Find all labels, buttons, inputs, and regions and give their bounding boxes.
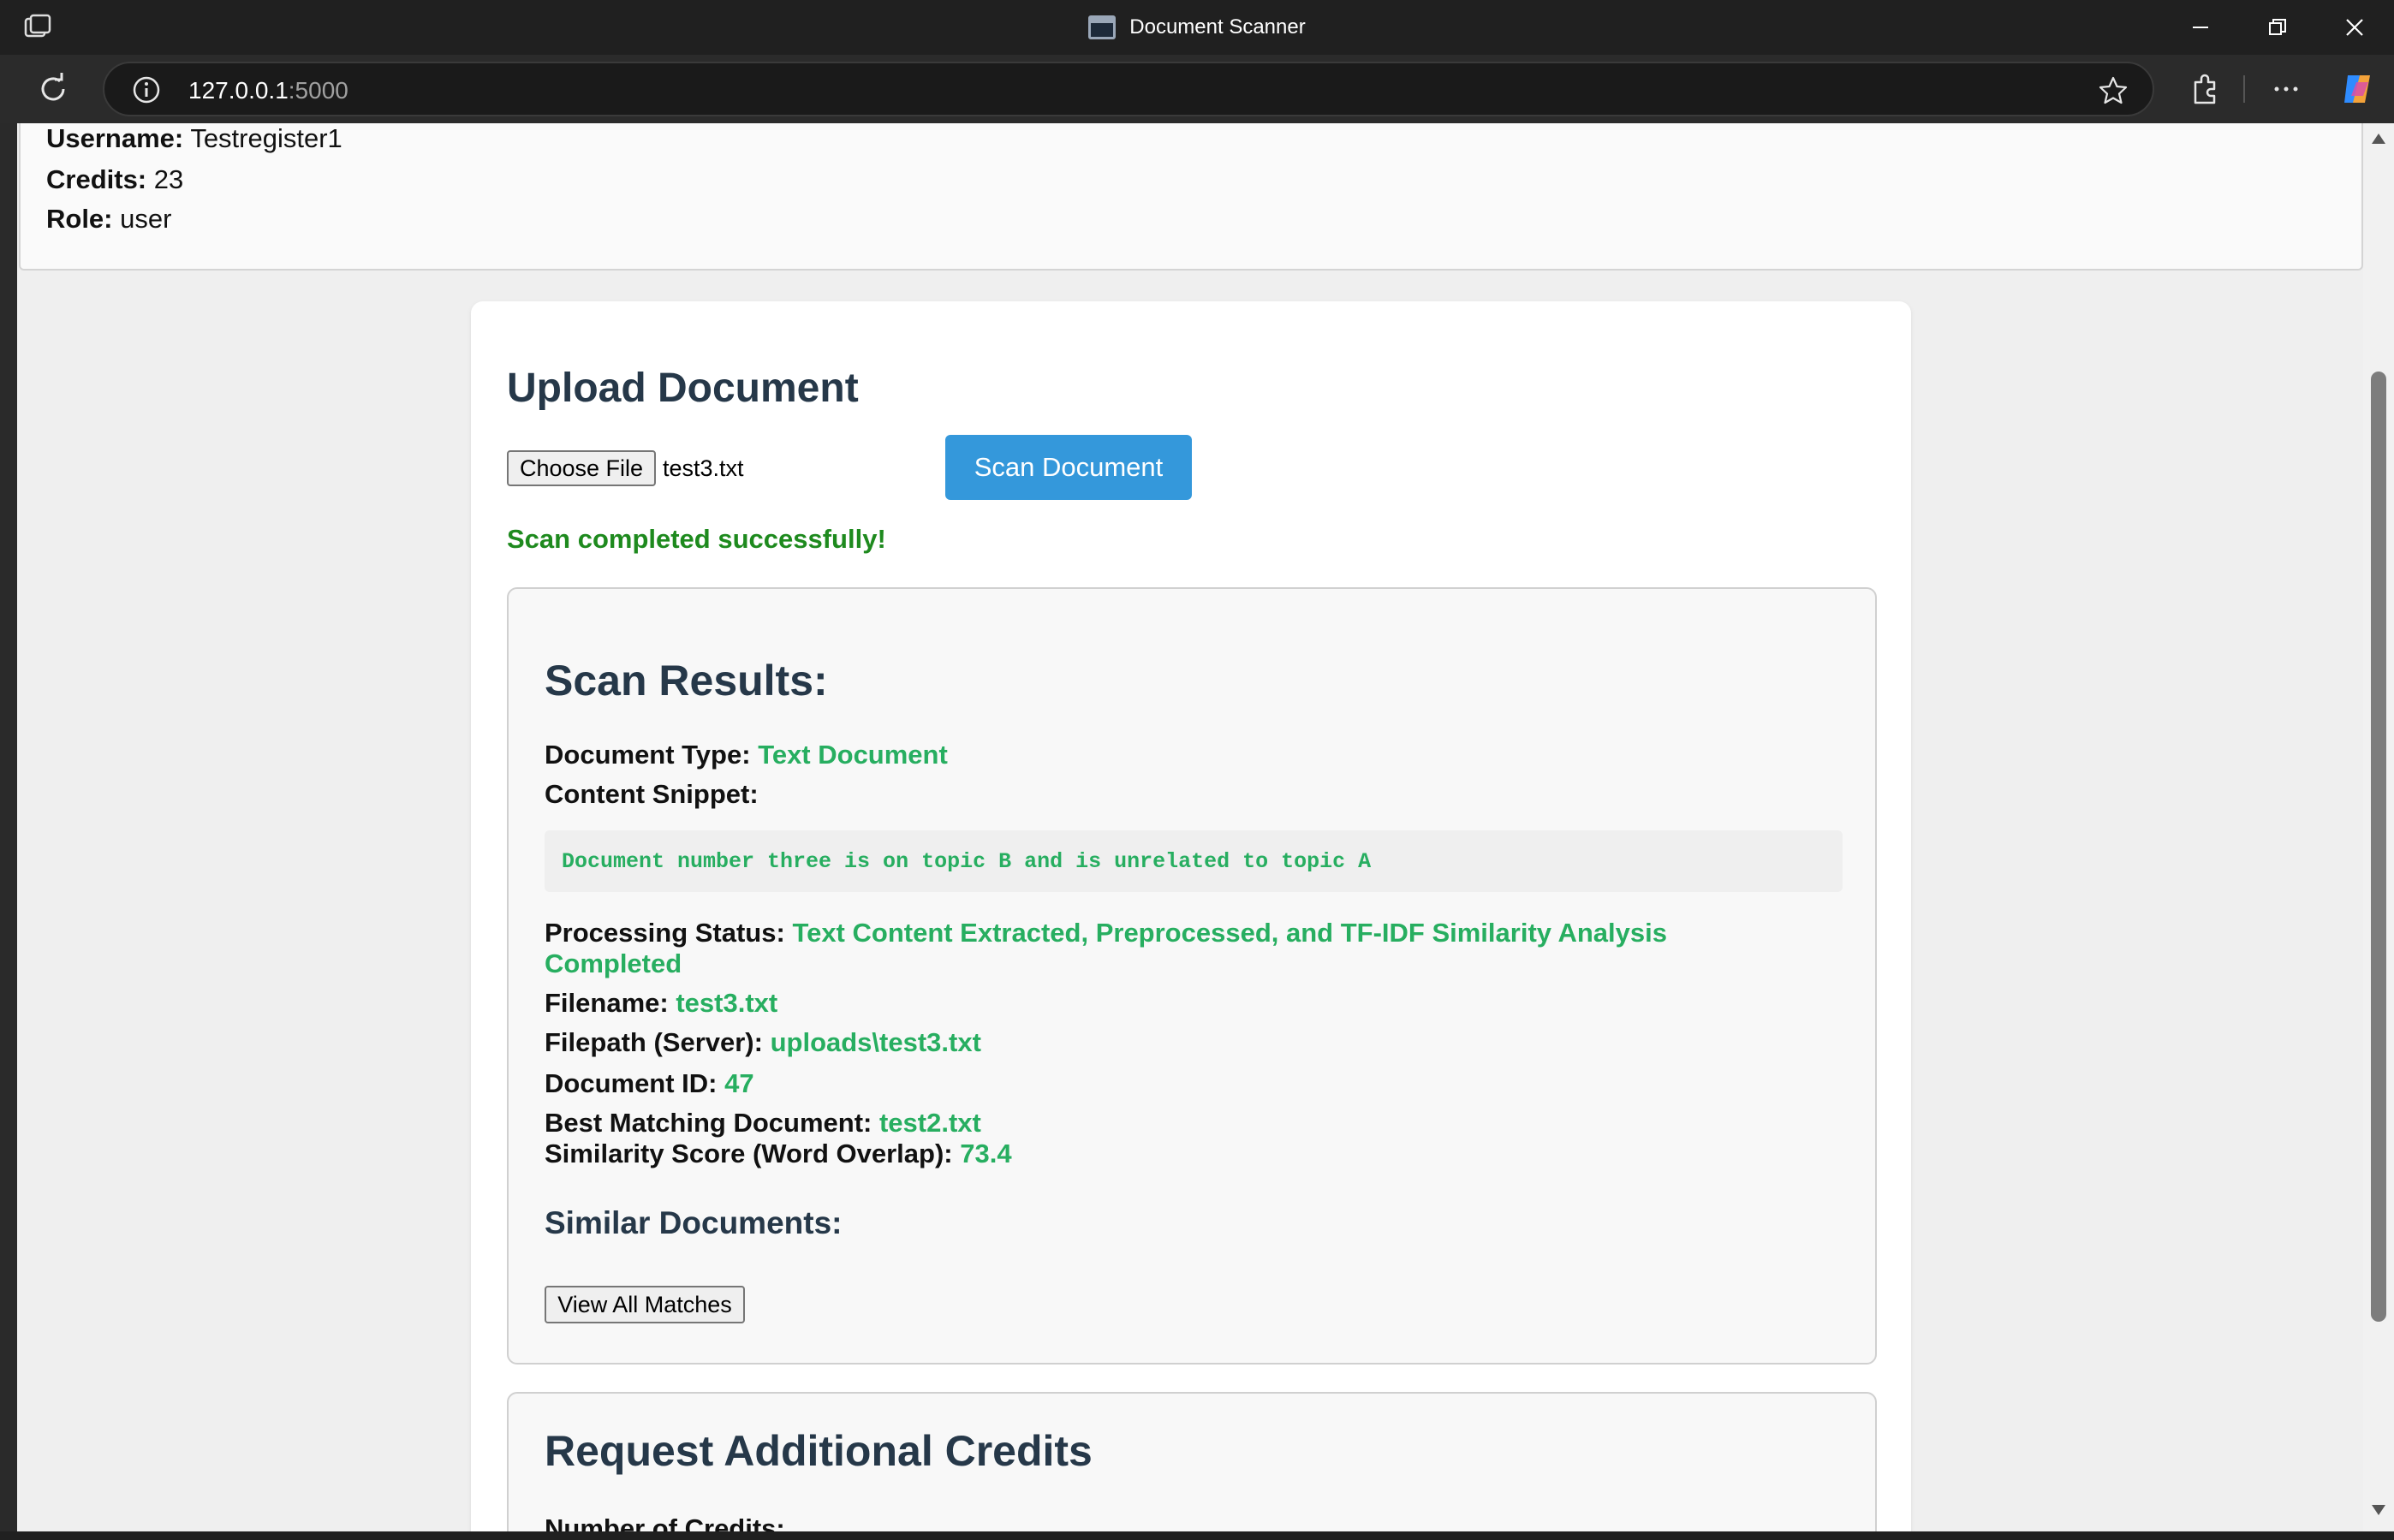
scan-document-button[interactable]: Scan Document bbox=[945, 435, 1192, 500]
document-id-value: 47 bbox=[724, 1068, 754, 1098]
terminal-app-icon bbox=[1088, 15, 1117, 39]
username-label: Username: bbox=[46, 123, 184, 153]
view-all-matches-button[interactable]: View All Matches bbox=[545, 1286, 745, 1323]
document-type-label: Document Type: bbox=[545, 740, 751, 770]
username-row: Username: Testregister1 bbox=[46, 123, 342, 154]
processing-status-value-line2: Completed bbox=[545, 948, 682, 978]
filepath-row: Filepath (Server): uploads\test3.txt bbox=[545, 1027, 981, 1058]
window-titlebar: Document Scanner bbox=[0, 0, 2394, 55]
address-bar[interactable]: 127.0.0.1:5000 bbox=[103, 62, 2154, 116]
close-button[interactable] bbox=[2314, 0, 2394, 55]
selected-file-name: test3.txt bbox=[663, 455, 744, 481]
role-row: Role: user bbox=[46, 204, 171, 235]
url-host: 127.0.0.1 bbox=[188, 77, 289, 104]
document-type-row: Document Type: Text Document bbox=[545, 740, 948, 770]
scroll-up-icon[interactable] bbox=[2372, 134, 2385, 144]
request-credits-heading: Request Additional Credits bbox=[545, 1427, 1093, 1475]
window-title: Document Scanner bbox=[1129, 15, 1306, 39]
restore-button[interactable] bbox=[2236, 0, 2319, 55]
minimize-button[interactable] bbox=[2159, 0, 2242, 55]
document-id-row: Document ID: 47 bbox=[545, 1068, 754, 1099]
best-match-row: Best Matching Document: test2.txt bbox=[545, 1108, 981, 1139]
processing-status-continued: Completed bbox=[545, 948, 682, 979]
minimize-icon bbox=[2193, 27, 2208, 28]
browser-toolbar: 127.0.0.1:5000 bbox=[0, 55, 2394, 123]
more-options-icon[interactable] bbox=[2269, 74, 2303, 104]
username-value: Testregister1 bbox=[190, 123, 342, 153]
scan-results-panel: Scan Results: Document Type: Text Docume… bbox=[507, 587, 1877, 1365]
similarity-score-value: 73.4 bbox=[960, 1139, 1012, 1168]
page-viewport: Username: Testregister1 Credits: 23 Role… bbox=[0, 123, 2394, 1531]
toolbar-divider bbox=[2243, 75, 2245, 103]
role-label: Role: bbox=[46, 204, 113, 234]
processing-status-row: Processing Status: Text Content Extracte… bbox=[545, 918, 1667, 948]
processing-status-value: Text Content Extracted, Preprocessed, an… bbox=[792, 918, 1667, 948]
similar-documents-heading: Similar Documents: bbox=[545, 1205, 843, 1240]
best-match-value: test2.txt bbox=[878, 1108, 981, 1138]
reload-icon[interactable] bbox=[36, 72, 70, 106]
user-info-panel: Username: Testregister1 Credits: 23 Role… bbox=[19, 123, 2363, 271]
favorite-star-icon[interactable] bbox=[2098, 75, 2129, 106]
url-port: :5000 bbox=[288, 77, 348, 104]
site-info-icon[interactable] bbox=[132, 75, 161, 104]
number-of-credits-label: Number of Credits: bbox=[545, 1513, 785, 1531]
main-card: Upload Document Choose File test3.txt Sc… bbox=[471, 301, 1911, 1531]
url-text[interactable]: 127.0.0.1:5000 bbox=[188, 77, 348, 104]
best-match-label: Best Matching Document: bbox=[545, 1108, 872, 1138]
filename-row: Filename: test3.txt bbox=[545, 988, 777, 1019]
filepath-label: Filepath (Server): bbox=[545, 1027, 763, 1057]
credits-value: 23 bbox=[153, 164, 184, 194]
copilot-icon[interactable] bbox=[2339, 70, 2377, 108]
similarity-score-label: Similarity Score (Word Overlap): bbox=[545, 1139, 953, 1168]
document-id-label: Document ID: bbox=[545, 1068, 718, 1098]
filename-label: Filename: bbox=[545, 988, 669, 1018]
processing-status-label: Processing Status: bbox=[545, 918, 785, 948]
document-type-value: Text Document bbox=[758, 740, 948, 770]
vertical-scrollbar[interactable] bbox=[2363, 123, 2394, 1531]
close-icon bbox=[2346, 19, 2363, 36]
filepath-value: uploads\test3.txt bbox=[770, 1027, 981, 1057]
extensions-icon[interactable] bbox=[2189, 72, 2221, 106]
content-snippet-label: Content Snippet: bbox=[545, 779, 759, 809]
content-snippet-text: Document number three is on topic B and … bbox=[562, 849, 1372, 874]
left-edge bbox=[0, 123, 17, 1531]
window-bottom-edge bbox=[0, 1531, 2394, 1540]
role-value: user bbox=[120, 204, 172, 234]
choose-file-button[interactable]: Choose File bbox=[507, 450, 656, 486]
request-credits-panel: Request Additional Credits Number of Cre… bbox=[507, 1392, 1877, 1531]
content-snippet-box: Document number three is on topic B and … bbox=[545, 830, 1843, 892]
scrollbar-thumb[interactable] bbox=[2371, 372, 2386, 1322]
credits-label: Credits: bbox=[46, 164, 147, 194]
scroll-down-icon[interactable] bbox=[2372, 1505, 2385, 1515]
scan-success-message: Scan completed successfully! bbox=[507, 524, 886, 554]
filename-value: test3.txt bbox=[676, 988, 778, 1018]
upload-heading: Upload Document bbox=[507, 366, 859, 411]
restore-icon bbox=[2269, 19, 2286, 35]
scan-results-heading: Scan Results: bbox=[545, 657, 828, 705]
similarity-score-row: Similarity Score (Word Overlap): 73.4 bbox=[545, 1139, 1012, 1169]
credits-row: Credits: 23 bbox=[46, 164, 183, 195]
